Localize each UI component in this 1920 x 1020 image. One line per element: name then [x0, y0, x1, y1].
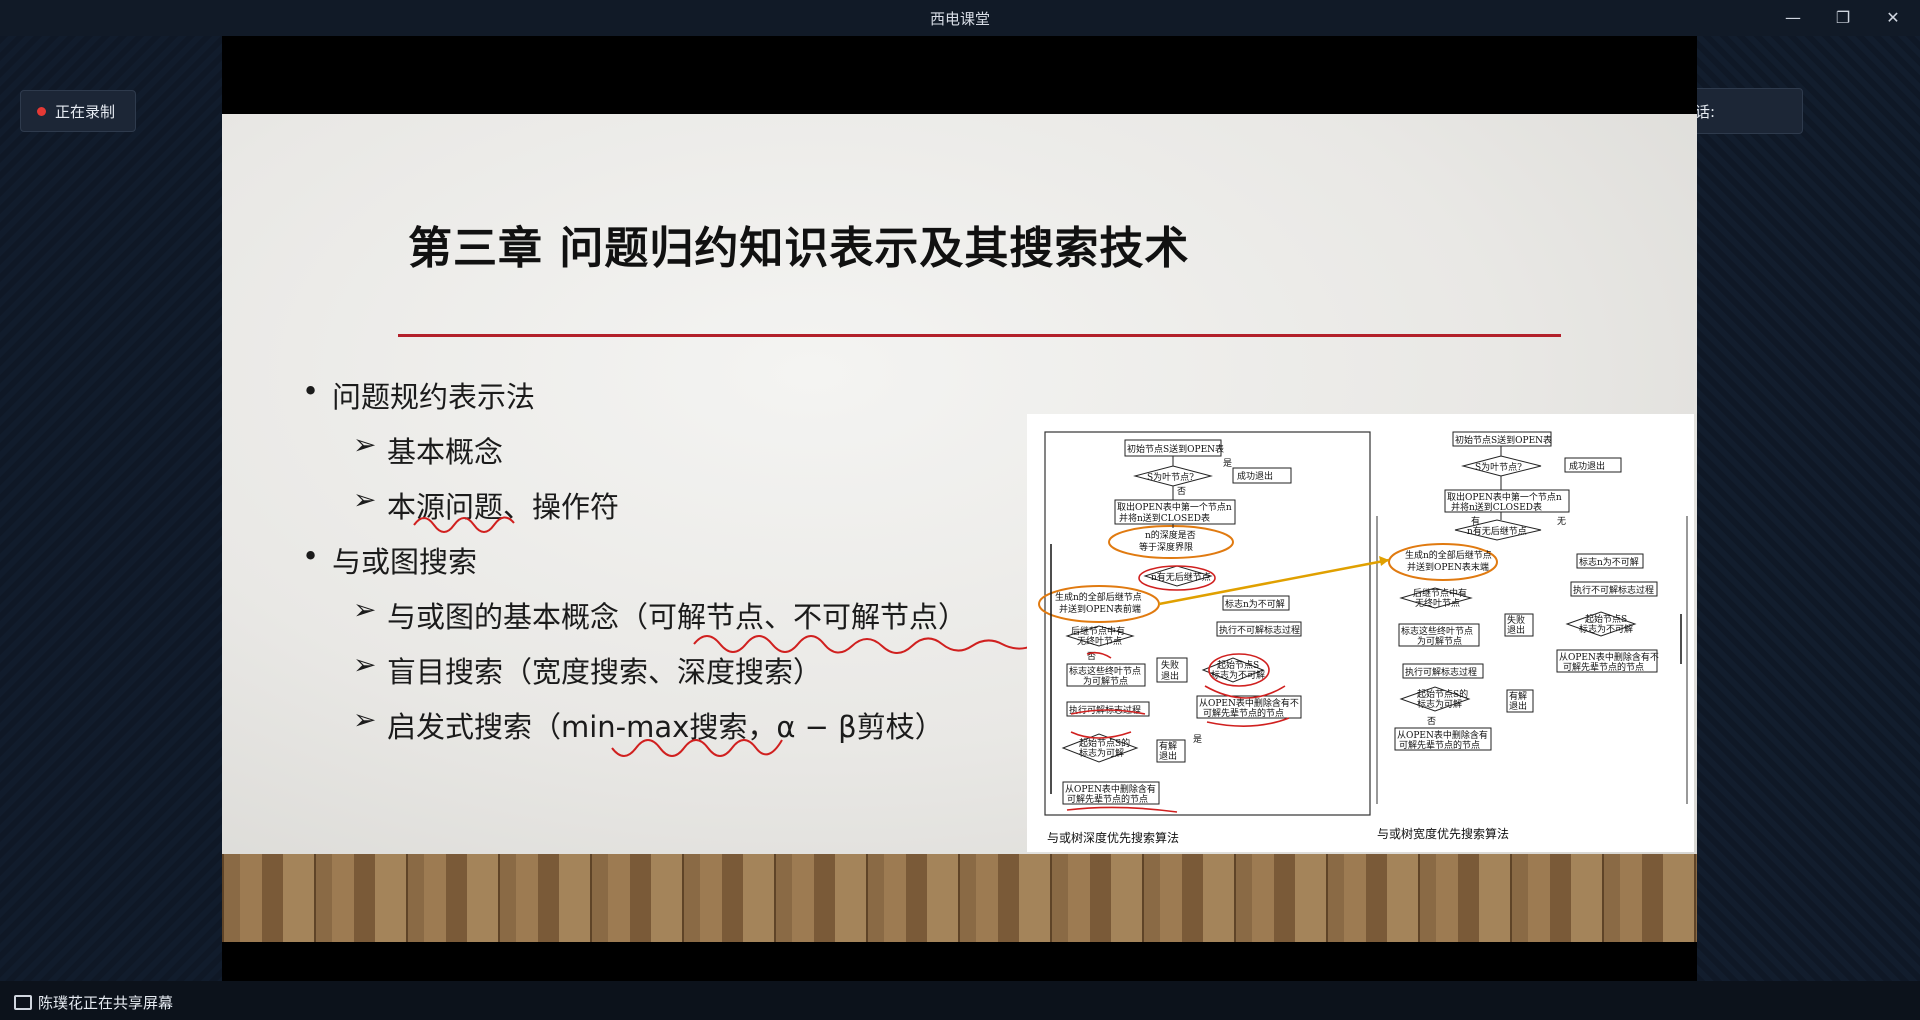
flow-node: 并将n送到CLOSED表: [1119, 512, 1210, 524]
restore-icon[interactable]: ❐: [1828, 6, 1858, 30]
and-or-tree-flowcharts: 初始节点S送到OPEN表 S为叶节点? 成功退出 取出OPEN表中第一个节点n …: [1038, 431, 1688, 845]
pen-annotation: [413, 516, 515, 533]
flow-node: 标志为不可解: [1579, 623, 1633, 635]
flow-node: 生成n的全部后继节点: [1055, 591, 1142, 603]
flow-node: 可解先辈节点的节点: [1203, 707, 1284, 719]
flow-node: 从OPEN表中删除含有不: [1559, 651, 1659, 663]
title-underline: [398, 334, 1561, 337]
flow-node: 初始节点S送到OPEN表: [1127, 443, 1224, 455]
bottom-status-bar: [0, 981, 1920, 1020]
flow-node: 生成n的全部后继节点: [1405, 549, 1492, 561]
flow-node: 为可解节点: [1083, 675, 1128, 687]
flow-node: 后继节点中有: [1413, 587, 1467, 599]
flow-node: 退出: [1507, 624, 1525, 636]
flow-node: 并将n送到CLOSED表: [1451, 501, 1542, 513]
close-icon[interactable]: ✕: [1878, 6, 1908, 30]
flowchart-caption-right: 与或树宽度优先搜索算法: [1377, 826, 1509, 841]
shared-screen: 第三章 问题归约知识表示及其搜索技术 • 问题规约表示法 ➢ 基本概念 ➢ 本源问题、…: [222, 36, 1697, 981]
branch-label: 有: [1471, 515, 1480, 527]
bullet-level1: • 与或图搜索: [302, 539, 478, 579]
flow-node: 失败: [1507, 614, 1525, 626]
slide-title: 第三章 问题归约知识表示及其搜索技术: [408, 223, 1190, 274]
flow-node: 并送到OPEN表末端: [1407, 561, 1489, 573]
flow-node: 初始节点S送到OPEN表: [1455, 434, 1552, 446]
flow-node: 标志n为不可解: [1579, 556, 1639, 568]
flow-node: S为叶节点?: [1475, 461, 1522, 473]
flow-node: 取出OPEN表中第一个节点n: [1117, 501, 1232, 513]
record-dot-icon: [37, 107, 46, 116]
flowchart-figure: 初始节点S送到OPEN表 S为叶节点? 成功退出 取出OPEN表中第一个节点n …: [1027, 414, 1694, 852]
flow-node: 成功退出: [1237, 470, 1273, 482]
branch-label: 否: [1427, 716, 1436, 727]
left-panel-background: [0, 36, 222, 981]
flow-node: 标志为不可解: [1211, 669, 1265, 681]
flow-node: 执行可解标志过程: [1405, 666, 1477, 678]
flow-node: 无终叶节点: [1415, 597, 1460, 609]
presentation-slide: 第三章 问题归约知识表示及其搜索技术 • 问题规约表示法 ➢ 基本概念 ➢ 本源问题、…: [222, 114, 1697, 942]
flow-node: 无终叶节点: [1077, 635, 1122, 647]
flow-node: 可解先辈节点的节点: [1563, 661, 1644, 673]
bullet-text: 问题规约表示法: [332, 380, 536, 414]
flow-node: 起始节点S: [1217, 659, 1259, 671]
share-status-label: 陈璞花正在共享屏幕: [38, 994, 174, 1012]
bullet-text: 与或图搜索: [332, 545, 478, 579]
flow-node: 退出: [1159, 750, 1177, 762]
flow-node: 标志为可解: [1417, 698, 1462, 710]
window-titlebar: 西电课堂 — ❐ ✕: [0, 0, 1920, 36]
flow-node: 可解先辈节点的节点: [1399, 739, 1480, 751]
window-title: 西电课堂: [929, 10, 990, 28]
flow-node: 失败: [1161, 659, 1179, 671]
flow-node: 执行不可解标志过程: [1573, 584, 1654, 596]
flow-node: 执行不可解标志过程: [1219, 624, 1300, 636]
flow-node: 后继节点中有: [1071, 625, 1125, 637]
flow-node: S为叶节点?: [1147, 471, 1194, 483]
flow-node: 从OPEN表中删除含有: [1065, 783, 1156, 795]
branch-label: 否: [1177, 486, 1186, 497]
flow-node: 并送到OPEN表前端: [1059, 603, 1141, 615]
minimize-icon[interactable]: —: [1778, 6, 1808, 30]
flow-node: n的深度是否: [1145, 529, 1196, 541]
flow-node: 起始节点S的: [1079, 737, 1130, 749]
flow-node: 成功退出: [1569, 460, 1605, 472]
flow-node: 标志这些终叶节点: [1069, 665, 1141, 677]
recording-label: 正在录制: [55, 103, 116, 121]
pen-annotation: [611, 739, 783, 757]
flow-node: 为可解节点: [1417, 635, 1462, 647]
flow-node: 可解先辈节点的节点: [1067, 793, 1148, 805]
wood-floor-decoration: [222, 854, 1697, 942]
branch-label: 无: [1557, 516, 1566, 527]
screen-share-icon: [14, 995, 32, 1010]
branch-label: 是: [1193, 734, 1202, 745]
flow-node: n有无后继节点: [1151, 571, 1211, 583]
branch-label: 是: [1223, 458, 1232, 469]
flow-node: 标志为可解: [1079, 747, 1124, 759]
flow-node: 起始节点S的: [1417, 688, 1468, 700]
flow-node: 退出: [1509, 700, 1527, 712]
flow-node: 标志这些终叶节点: [1401, 625, 1473, 637]
bullet-text: 基本概念: [387, 435, 504, 469]
flow-node: 取出OPEN表中第一个节点n: [1447, 491, 1562, 503]
recording-indicator[interactable]: 正在录制: [20, 90, 136, 132]
flow-node: 有解: [1509, 690, 1527, 702]
flow-node: 从OPEN表中删除含有: [1397, 729, 1488, 741]
flow-node: 起始节点S: [1585, 613, 1627, 625]
screen-share-status: 陈璞花正在共享屏幕: [0, 992, 173, 1013]
flow-node: 等于深度界限: [1139, 541, 1193, 553]
flow-node: 从OPEN表中删除含有不: [1199, 697, 1299, 709]
bullet-level2: ➢ 基本概念: [353, 428, 504, 469]
flow-node: 有解: [1159, 740, 1177, 752]
flow-node: 退出: [1161, 670, 1179, 682]
flow-node: 标志n为不可解: [1225, 598, 1285, 610]
bullet-level1: • 问题规约表示法: [302, 374, 536, 414]
flowchart-caption-left: 与或树深度优先搜索算法: [1047, 830, 1179, 845]
right-panel-background: [1697, 36, 1920, 981]
